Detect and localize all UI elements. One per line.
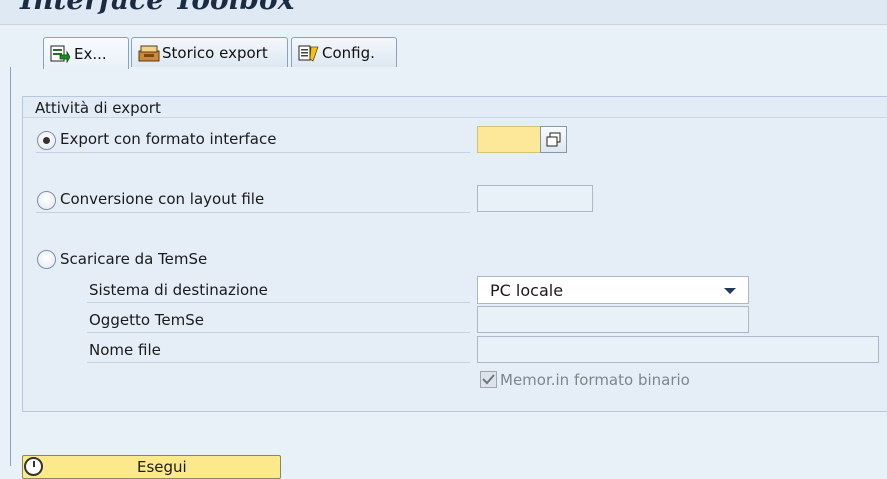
group-title: Attività di export <box>22 96 887 118</box>
radio-layout-file-conversion-label: Conversione con layout file <box>60 190 265 208</box>
row-divider <box>36 212 470 213</box>
row-divider <box>87 362 470 363</box>
tab-storico-export[interactable]: Storico export <box>131 37 288 68</box>
clock-icon <box>24 457 43 476</box>
radio-selected-dot <box>43 137 50 144</box>
binary-format-label: Memor.in formato binario <box>500 371 690 389</box>
row-divider <box>87 302 470 303</box>
radio-layout-file-conversion[interactable] <box>37 191 56 210</box>
dropdown-arrow-icon <box>724 288 736 294</box>
file-name-label: Nome file <box>89 341 161 359</box>
tab-export-label: Ex... <box>74 44 107 63</box>
row-divider <box>36 152 470 153</box>
binary-format-checkbox[interactable] <box>480 371 497 388</box>
archive-icon <box>138 44 160 62</box>
destination-system-select[interactable]: PC locale <box>477 276 749 304</box>
checkmark-icon <box>482 374 495 385</box>
value-help-icon <box>546 132 561 147</box>
interface-format-input[interactable] <box>477 126 541 153</box>
page-title: Interface Toolbox <box>20 0 294 16</box>
execute-button[interactable]: Esegui <box>22 455 281 479</box>
radio-export-interface-format[interactable] <box>37 131 56 150</box>
value-help-button[interactable] <box>540 126 567 153</box>
destination-system-label: Sistema di destinazione <box>89 281 268 299</box>
export-icon <box>50 45 71 63</box>
tab-storico-export-label: Storico export <box>162 44 268 62</box>
tab-export[interactable]: Ex... <box>43 37 129 69</box>
layout-file-input[interactable] <box>477 185 593 212</box>
temse-object-label: Oggetto TemSe <box>89 311 204 329</box>
temse-object-input[interactable] <box>477 306 749 333</box>
execute-button-label: Esegui <box>137 458 187 476</box>
config-icon <box>298 44 319 62</box>
radio-download-temse-label: Scaricare da TemSe <box>60 250 208 268</box>
file-name-input[interactable] <box>477 336 879 363</box>
radio-export-interface-format-label: Export con formato interface <box>60 130 277 148</box>
tab-config-label: Config. <box>322 44 375 62</box>
row-divider <box>87 332 470 333</box>
tab-config[interactable]: Config. <box>291 37 397 68</box>
destination-system-value: PC locale <box>490 281 564 300</box>
title-bar: Interface Toolbox <box>0 0 887 25</box>
radio-download-temse[interactable] <box>37 250 56 269</box>
